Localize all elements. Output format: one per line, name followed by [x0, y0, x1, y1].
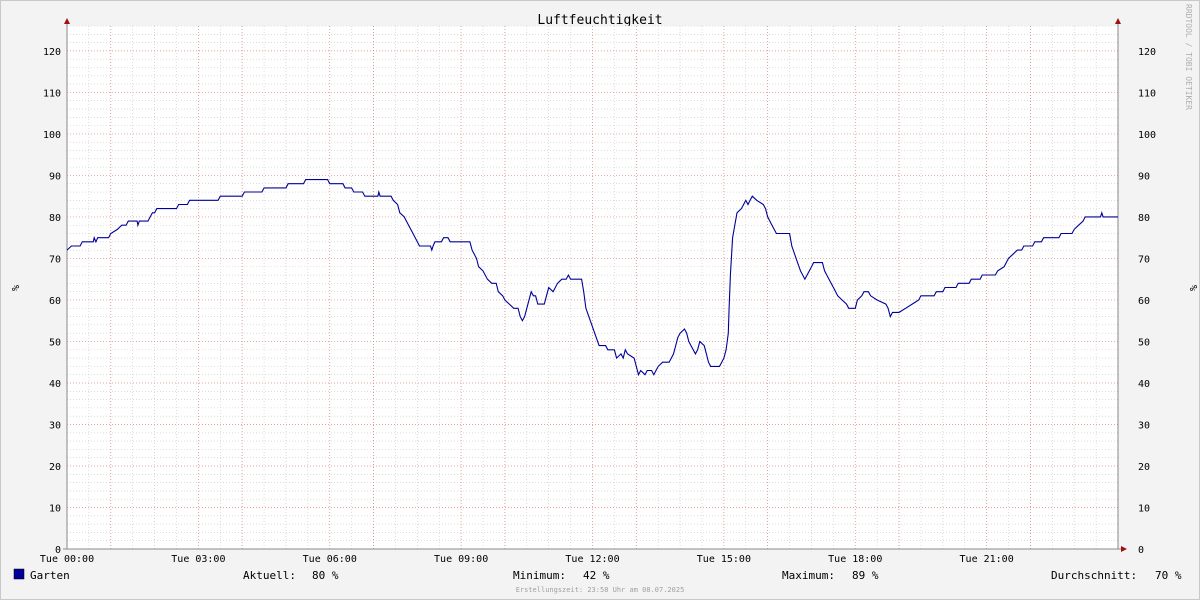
- y-axis-label-right: %: [1187, 285, 1198, 291]
- x-tick-label: Tue 18:00: [828, 554, 882, 565]
- y-tick-label-right: 50: [1138, 337, 1150, 348]
- y-tick-label-right: 70: [1138, 254, 1150, 265]
- legend-avg-label: Durchschnitt:: [1051, 569, 1137, 582]
- y-tick-label-left: 120: [43, 47, 61, 58]
- y-axis-left-arrow: [64, 18, 70, 24]
- legend-avg-value: 70 %: [1155, 569, 1182, 582]
- y-tick-label-right: 110: [1138, 88, 1156, 99]
- y-tick-label-right: 120: [1138, 47, 1156, 58]
- y-tick-label-right: 40: [1138, 379, 1150, 390]
- y-tick-label-left: 30: [49, 420, 61, 431]
- legend-current-value: 80 %: [312, 569, 339, 582]
- x-tick-label: Tue 03:00: [171, 554, 225, 565]
- x-tick-label: Tue 15:00: [697, 554, 751, 565]
- legend-series-name: Garten: [30, 569, 70, 582]
- y-tick-label-right: 10: [1138, 503, 1150, 514]
- x-axis-arrow: [1121, 546, 1127, 552]
- y-tick-label-left: 90: [49, 171, 61, 182]
- legend-min-value: 42 %: [583, 569, 610, 582]
- x-tick-label: Tue 06:00: [303, 554, 357, 565]
- y-tick-label-right: 0: [1138, 545, 1144, 556]
- x-tick-label: Tue 21:00: [960, 554, 1014, 565]
- y-tick-label-left: 40: [49, 379, 61, 390]
- x-tick-labels: Tue 00:00 Tue 03:00 Tue 06:00 Tue 09:00 Tue …: [40, 554, 1014, 565]
- y-tick-label-left: 20: [49, 462, 61, 473]
- y-tick-label-left: 100: [43, 130, 61, 141]
- legend-swatch: [13, 568, 25, 580]
- y-tick-label-left: 50: [49, 337, 61, 348]
- x-tick-label: Tue 09:00: [434, 554, 488, 565]
- y-tick-label-left: 80: [49, 213, 61, 224]
- legend-max-value: 89 %: [852, 569, 879, 582]
- x-tick-label: Tue 00:00: [40, 554, 94, 565]
- y-axis-right-arrow: [1115, 18, 1121, 24]
- watermark: RRDTOOL / TOBI OETIKER: [1184, 4, 1193, 110]
- footer-timestamp: Erstellungszeit: 23:58 Uhr am 08.07.2025: [516, 586, 685, 594]
- legend-min-label: Minimum:: [513, 569, 566, 582]
- y-tick-label-left: 60: [49, 296, 61, 307]
- legend-max-label: Maximum:: [782, 569, 835, 582]
- y-tick-label-left: 70: [49, 254, 61, 265]
- y-tick-label-right: 80: [1138, 213, 1150, 224]
- x-tick-label: Tue 12:00: [565, 554, 619, 565]
- y-tick-label-left: 110: [43, 88, 61, 99]
- y-tick-label-right: 90: [1138, 171, 1150, 182]
- y-tick-label-right: 60: [1138, 296, 1150, 307]
- y-tick-label-right: 30: [1138, 420, 1150, 431]
- legend-current-label: Aktuell:: [243, 569, 296, 582]
- y-axis-label-left: %: [9, 285, 20, 291]
- y-tick-label-right: 20: [1138, 462, 1150, 473]
- humidity-chart: Luftfeuchtigkeit 0 010 1020 2030 3040 4050 506…: [9, 4, 1198, 594]
- y-tick-label-left: 10: [49, 503, 61, 514]
- y-tick-label-right: 100: [1138, 130, 1156, 141]
